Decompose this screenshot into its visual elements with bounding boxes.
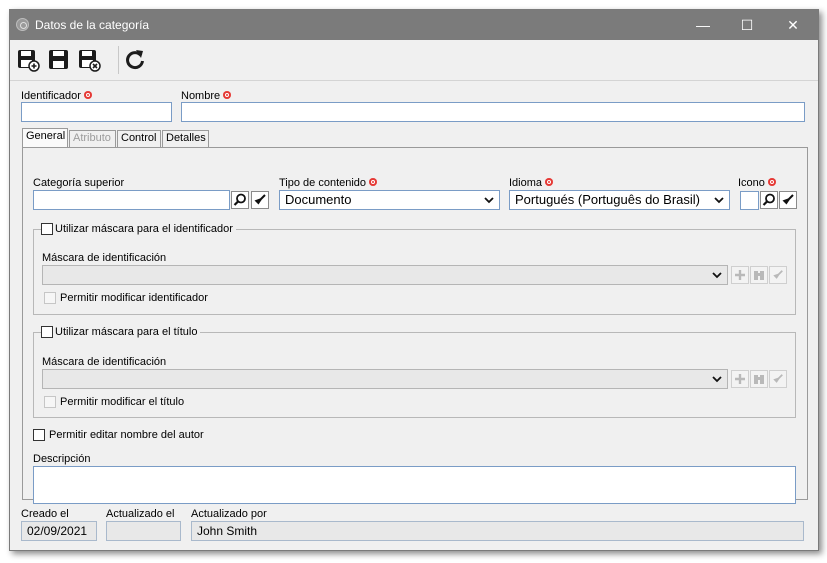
search-icon-button[interactable] [760, 191, 778, 209]
updated-label: Actualizado el [106, 508, 175, 520]
tab-general[interactable]: General [22, 128, 68, 147]
binoculars-icon [754, 271, 764, 280]
chevron-down-icon [712, 272, 722, 279]
content-type-value: Documento [285, 192, 352, 207]
app-globe-icon [16, 18, 29, 31]
content-type-select[interactable]: Documento [279, 190, 500, 210]
updated-field [106, 521, 181, 541]
search-icon [233, 193, 246, 206]
parent-category-input[interactable] [33, 190, 230, 210]
chevron-down-icon [484, 197, 494, 204]
tab-atributo[interactable]: Atributo [69, 130, 116, 147]
content-type-label: Tipo de contenido [279, 177, 378, 189]
clear-parent-button[interactable] [251, 191, 269, 209]
language-label: Idioma [509, 177, 554, 189]
brush-icon [773, 374, 783, 383]
save-button[interactable] [46, 47, 72, 73]
title-mask-legend: Utilizar máscara para el título [41, 325, 201, 339]
id-mask-label: Máscara de identificación [42, 252, 167, 264]
required-icon [83, 91, 92, 99]
title-mask-group: Utilizar máscara para el título Máscara … [33, 325, 796, 418]
use-id-mask-checkbox[interactable] [41, 223, 53, 235]
save-new-icon [18, 50, 40, 72]
required-icon [223, 91, 232, 99]
parent-category-label: Categoría superior [33, 177, 125, 189]
window-title: Datos de la categoría [35, 18, 150, 32]
plus-icon [735, 270, 745, 280]
clear-title-mask-button[interactable] [769, 370, 787, 388]
tab-control[interactable]: Control [117, 130, 161, 147]
identifier-label: Identificador [21, 90, 92, 102]
allow-modify-id-checkbox[interactable] [44, 292, 56, 304]
description-label: Descripción [33, 453, 91, 465]
general-panel: Categoría superior Tipo de contenido Doc… [22, 147, 808, 504]
icon-preview [740, 191, 759, 210]
id-mask-legend: Utilizar máscara para el identificador [41, 222, 236, 236]
name-label: Nombre [181, 90, 232, 102]
add-title-mask-button[interactable] [731, 370, 749, 388]
created-field: 02/09/2021 [21, 521, 97, 541]
view-id-mask-button[interactable] [750, 266, 768, 284]
language-select[interactable]: Portugués (Português do Brasil) [509, 190, 730, 210]
chevron-down-icon [714, 197, 724, 204]
chevron-down-icon [712, 376, 722, 383]
save-close-button[interactable] [76, 47, 102, 73]
close-button[interactable]: ✕ [770, 10, 816, 40]
title-bar[interactable]: Datos de la categoría — ☐ ✕ [10, 10, 818, 40]
use-title-mask-label: Utilizar máscara para el título [55, 326, 198, 338]
edit-author-label: Permitir editar nombre del autor [49, 429, 204, 441]
save-close-icon [79, 50, 101, 72]
brush-icon [782, 194, 794, 205]
refresh-button[interactable] [122, 47, 148, 73]
allow-modify-id-label: Permitir modificar identificador [60, 292, 208, 304]
language-value: Portugués (Português do Brasil) [515, 192, 700, 207]
binoculars-icon [754, 375, 764, 384]
allow-modify-title-checkbox[interactable] [44, 396, 56, 408]
identifier-input[interactable] [21, 102, 172, 122]
required-icon [369, 178, 378, 186]
edit-author-checkbox[interactable] [33, 429, 45, 441]
created-label: Creado el [21, 508, 69, 520]
name-input[interactable] [181, 102, 805, 122]
allow-modify-title-label: Permitir modificar el título [60, 396, 185, 408]
clear-icon-button[interactable] [779, 191, 797, 209]
add-id-mask-button[interactable] [731, 266, 749, 284]
required-icon [545, 178, 554, 186]
minimize-button[interactable]: — [680, 10, 726, 40]
description-textarea[interactable] [33, 466, 796, 504]
toolbar [10, 40, 818, 81]
updated-by-label: Actualizado por [191, 508, 267, 520]
title-mask-select[interactable] [42, 369, 728, 389]
use-title-mask-checkbox[interactable] [41, 326, 53, 338]
brush-icon [254, 194, 266, 205]
view-title-mask-button[interactable] [750, 370, 768, 388]
tab-detalles[interactable]: Detalles [162, 130, 209, 147]
icon-label: Icono [738, 177, 776, 189]
search-parent-button[interactable] [231, 191, 249, 209]
id-mask-group: Utilizar máscara para el identificador M… [33, 222, 796, 315]
id-mask-select[interactable] [42, 265, 728, 285]
save-new-button[interactable] [15, 47, 41, 73]
search-icon [762, 193, 775, 206]
updated-by-field: John Smith [191, 521, 804, 541]
brush-icon [773, 270, 783, 279]
category-window: Datos de la categoría — ☐ ✕ Identificado… [9, 9, 819, 551]
refresh-icon [126, 50, 144, 70]
plus-icon [735, 374, 745, 384]
clear-id-mask-button[interactable] [769, 266, 787, 284]
toolbar-separator [118, 46, 119, 74]
required-icon [767, 178, 776, 186]
save-icon [49, 50, 68, 69]
use-id-mask-label: Utilizar máscara para el identificador [55, 223, 233, 235]
title-mask-label: Máscara de identificación [42, 356, 167, 368]
maximize-button[interactable]: ☐ [724, 10, 770, 40]
